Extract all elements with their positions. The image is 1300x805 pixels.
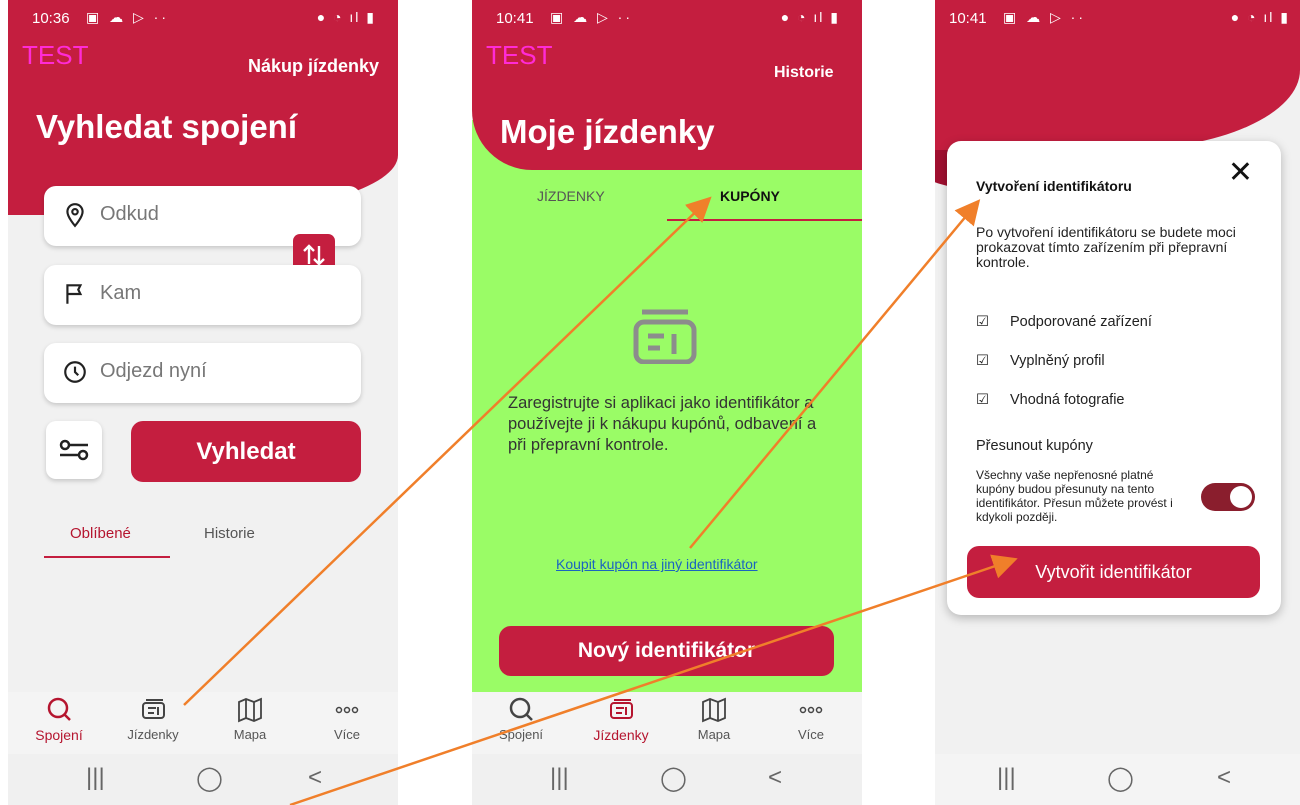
annotation-arrows [183,196,1018,805]
arrow-to-create-button [289,554,1018,805]
arrow-tickets-to-coupons [183,196,712,706]
arrow-link-to-dialog [689,199,981,549]
